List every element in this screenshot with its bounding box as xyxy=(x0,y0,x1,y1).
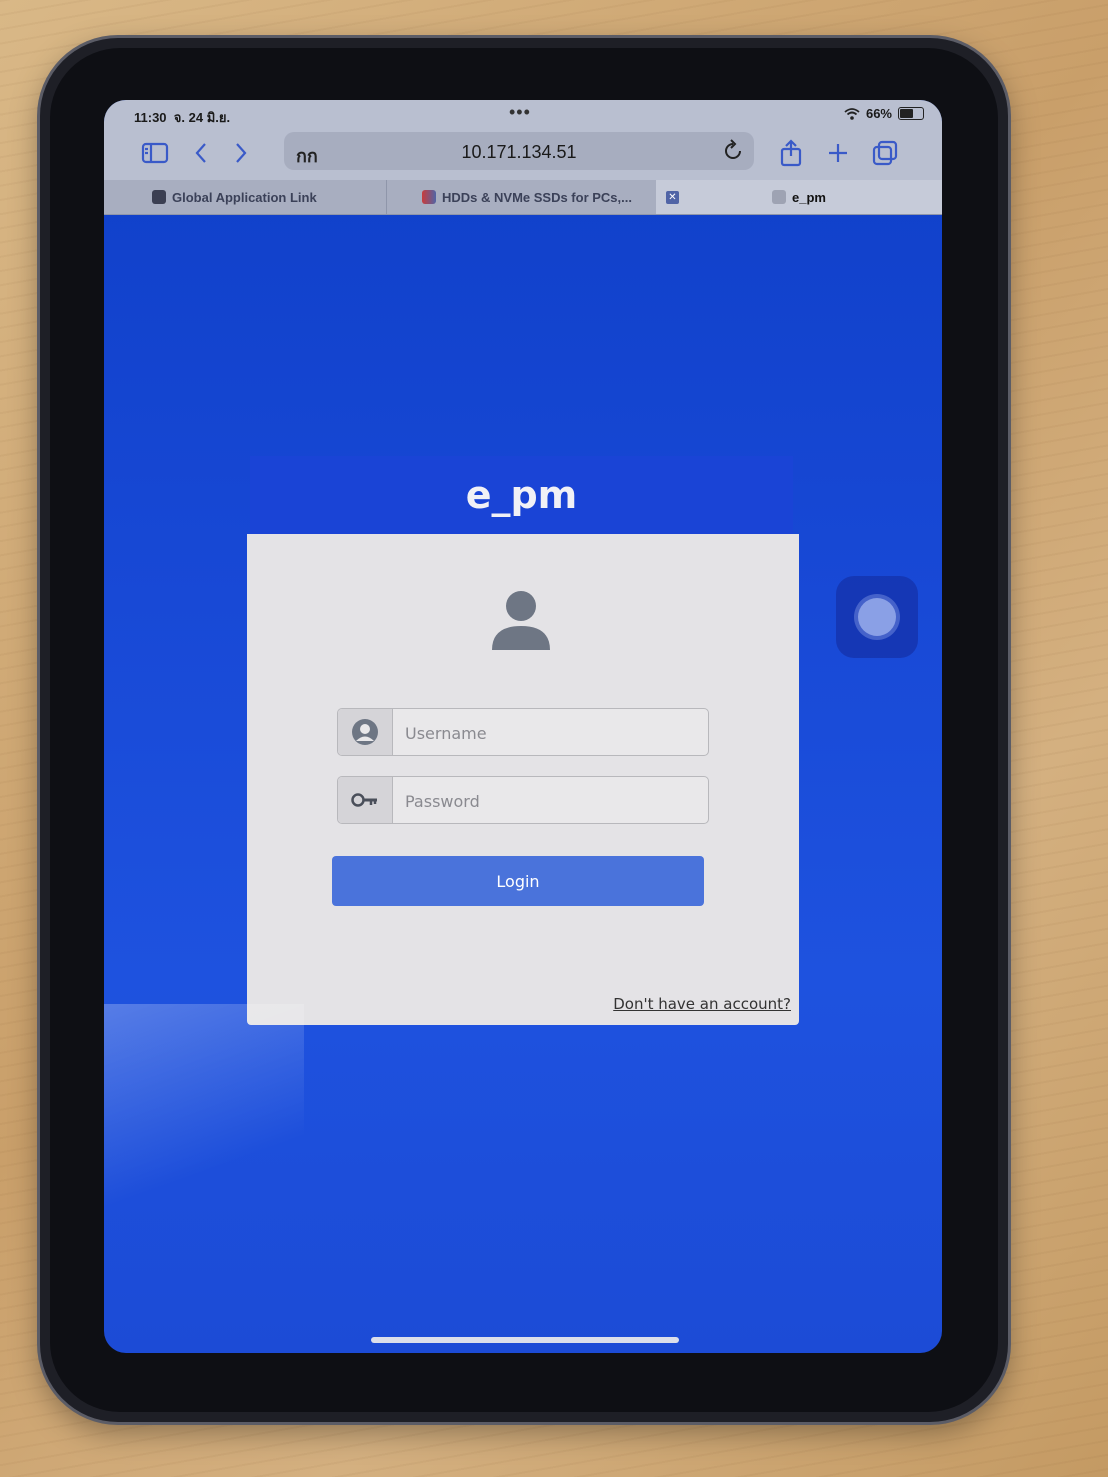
wifi-icon xyxy=(844,107,860,120)
tabs-overview-icon[interactable] xyxy=(870,138,900,168)
status-right: 66% xyxy=(844,106,924,121)
signup-link[interactable]: Don't have an account? xyxy=(613,995,791,1013)
sidebar-icon[interactable] xyxy=(140,138,170,168)
login-button[interactable]: Login xyxy=(332,856,704,906)
seagate-favicon-icon xyxy=(422,190,436,204)
card-header: e_pm xyxy=(250,456,793,534)
new-tab-icon[interactable] xyxy=(823,138,853,168)
address-bar[interactable]: กก 10.171.134.51 xyxy=(284,132,754,170)
browser-toolbar: กก 10.171.134.51 xyxy=(104,128,942,180)
app-title: e_pm xyxy=(465,473,578,517)
tab-label: HDDs & NVMe SSDs for PCs,... xyxy=(442,189,632,205)
user-avatar-icon xyxy=(492,591,550,650)
tablet-screen: 11:30 จ. 24 มิ.ย. ••• 66% กก 10.171.134.… xyxy=(104,100,942,1353)
card-body: Login Don't have an account? xyxy=(247,534,799,1025)
generic-favicon-icon xyxy=(772,190,787,204)
reload-icon[interactable] xyxy=(720,138,746,164)
forward-icon[interactable] xyxy=(226,138,256,168)
status-date: จ. 24 มิ.ย. xyxy=(173,110,231,125)
tab-close-icon[interactable]: ✕ xyxy=(666,191,679,204)
assistive-touch-button[interactable] xyxy=(836,576,918,658)
tab-e-pm[interactable]: e_pm xyxy=(656,180,942,214)
username-group xyxy=(337,708,709,756)
tab-hdds-ssds[interactable]: HDDs & NVMe SSDs for PCs,... xyxy=(422,180,632,214)
page-content: e_pm Username Login Don't have an accoun… xyxy=(104,214,942,1353)
battery-percent: 66% xyxy=(865,106,892,121)
tab-divider xyxy=(386,180,387,214)
tab-label: Global Application Link xyxy=(172,189,317,205)
status-time: 11:30 จ. 24 มิ.ย. xyxy=(134,110,231,125)
password-input[interactable] xyxy=(393,777,708,823)
url-text[interactable]: 10.171.134.51 xyxy=(284,142,754,163)
back-icon[interactable] xyxy=(186,138,216,168)
username-input[interactable] xyxy=(393,709,708,755)
status-bar: 11:30 จ. 24 มิ.ย. ••• 66% xyxy=(104,100,942,128)
battery-icon xyxy=(898,107,924,120)
wd-favicon-icon xyxy=(152,190,166,204)
password-group xyxy=(337,776,709,824)
user-circle-icon xyxy=(338,709,393,755)
tab-label: e_pm xyxy=(792,189,826,205)
tab-bar: Global Application Link HDDs & NVMe SSDs… xyxy=(104,180,942,215)
home-indicator[interactable] xyxy=(371,1337,679,1343)
key-icon xyxy=(338,777,393,823)
tab-global-application-link[interactable]: Global Application Link xyxy=(152,180,317,214)
share-icon[interactable] xyxy=(776,138,806,168)
login-card: e_pm Username Login Don't have an accoun… xyxy=(247,456,799,1025)
screen-glare xyxy=(104,1004,304,1224)
multitask-dots[interactable]: ••• xyxy=(509,102,531,123)
assistive-touch-icon xyxy=(858,598,896,636)
